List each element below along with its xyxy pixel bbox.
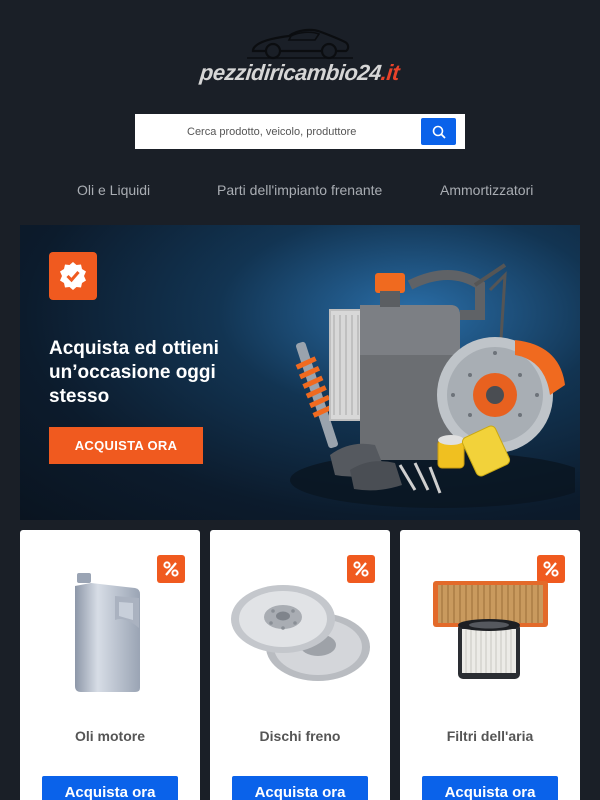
nav-item-oli-liquidi[interactable]: Oli e Liquidi <box>77 182 150 198</box>
shop-now-button[interactable]: Acquista ora <box>42 776 178 800</box>
shop-now-button[interactable]: Acquista ora <box>232 776 368 800</box>
verified-badge-icon <box>60 262 86 290</box>
product-card-dischi-freno[interactable]: Dischi freno Acquista ora <box>210 530 390 800</box>
banner-headline: Acquista ed ottieni un’occasione oggi st… <box>49 338 219 407</box>
sports-car-icon <box>247 28 353 60</box>
auto-parts-illustration <box>290 263 575 508</box>
brake-disc-icon <box>230 585 370 681</box>
product-image <box>210 565 390 695</box>
nav-item-ammortizzatori[interactable]: Ammortizzatori <box>440 182 533 198</box>
search-icon <box>432 125 446 139</box>
search-bar <box>135 114 465 149</box>
product-image <box>20 565 200 695</box>
logo-name: pezzidiricambio24 <box>199 60 383 85</box>
product-title: Filtri dell'aria <box>446 728 534 744</box>
hero-banner[interactable]: Acquista ed ottieni un’occasione oggi st… <box>20 225 580 520</box>
product-card-oli-motore[interactable]: Oli motore Acquista ora <box>20 530 200 800</box>
search-input[interactable] <box>135 114 415 149</box>
banner-cta-button[interactable]: ACQUISTA ORA <box>49 427 203 464</box>
product-title: Dischi freno <box>259 728 341 744</box>
banner-badge <box>49 252 97 300</box>
oil-can-icon <box>75 572 140 692</box>
logo-wordmark: pezzidiricambio24.it <box>199 60 401 86</box>
search-button[interactable] <box>421 118 456 145</box>
product-image <box>400 565 580 695</box>
product-card-filtri-aria[interactable]: Filtri dell'aria Acquista ora <box>400 530 580 800</box>
site-logo[interactable]: pezzidiricambio24.it <box>0 24 600 100</box>
category-nav: Oli e Liquidi Parti dell'impianto frenan… <box>0 182 600 204</box>
shop-now-button[interactable]: Acquista ora <box>422 776 558 800</box>
logo-tld: .it <box>380 60 401 85</box>
product-title: Oli motore <box>74 728 145 744</box>
nav-item-impianto-frenante[interactable]: Parti dell'impianto frenante <box>217 182 382 198</box>
air-filter-icon <box>432 581 548 679</box>
